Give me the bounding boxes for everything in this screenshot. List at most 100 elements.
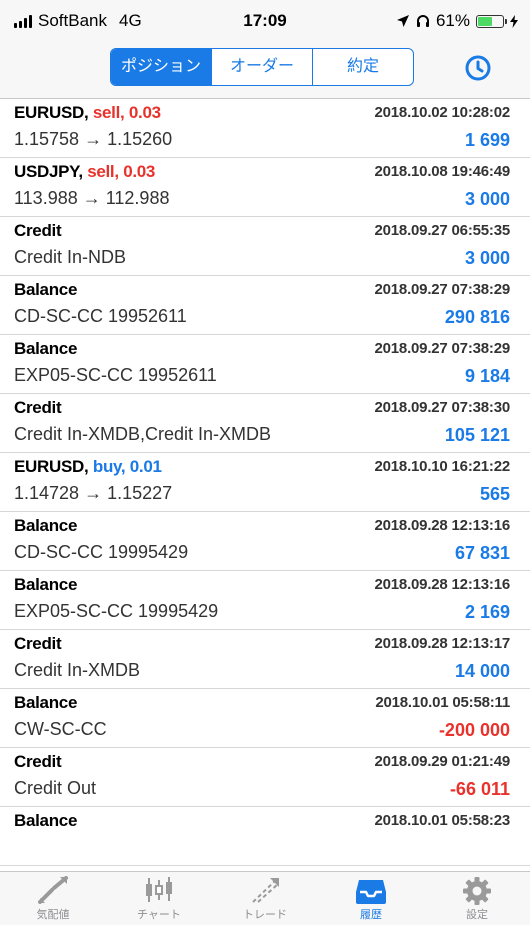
row-title: EURUSD, sell, 0.03: [14, 103, 161, 123]
row-detail: EXP05-SC-CC 19952611: [14, 365, 217, 385]
tab-chart-label: チャート: [137, 909, 181, 921]
row-symbol: Balance: [14, 516, 78, 535]
row-detail: Credit In-XMDB,Credit In-XMDB: [14, 424, 272, 444]
history-row[interactable]: Balance 2018.10.01 05:58:23: [0, 807, 530, 866]
tab-settings-label: 設定: [466, 909, 488, 921]
row-timestamp: 2018.10.10 16:21:22: [374, 458, 511, 475]
row-symbol: Credit: [14, 398, 62, 417]
row-trade-action: sell, 0.03: [92, 103, 161, 122]
row-timestamp: 2018.09.29 01:21:49: [374, 753, 511, 770]
row-title: Balance: [14, 575, 77, 595]
row-timestamp: 2018.10.08 19:46:49: [374, 163, 511, 180]
row-amount: -66 011: [449, 779, 510, 799]
row-detail: Credit In-NDB: [14, 247, 127, 267]
row-detail: CD-SC-CC 19952611: [14, 306, 187, 326]
row-timestamp: 2018.09.27 06:55:35: [374, 222, 511, 239]
tab-executions[interactable]: 約定: [313, 49, 413, 85]
row-timestamp: 2018.09.27 07:38:29: [374, 340, 511, 357]
row-symbol: USDJPY,: [14, 162, 83, 181]
tab-history[interactable]: 履歴: [318, 872, 424, 925]
row-symbol: Balance: [14, 280, 78, 299]
row-title: Balance: [14, 693, 77, 713]
history-list: EURUSD, sell, 0.03 2018.10.02 10:28:02 1.1…: [0, 99, 530, 871]
row-amount: 3 000: [464, 189, 510, 209]
row-amount: 3 000: [464, 248, 510, 268]
quotes-icon: [38, 876, 68, 904]
row-title: Credit: [14, 752, 62, 772]
row-timestamp: 2018.10.01 05:58:23: [374, 812, 511, 829]
row-amount: 2 169: [464, 602, 510, 622]
history-row[interactable]: Credit 2018.09.29 01:21:49 Credit Out -66 0…: [0, 748, 530, 807]
tab-history-label: 履歴: [360, 909, 382, 921]
tab-positions[interactable]: ポジション: [111, 49, 212, 85]
battery-icon: [476, 14, 507, 28]
row-timestamp: 2018.10.02 10:28:02: [374, 104, 511, 121]
tab-orders[interactable]: オーダー: [212, 49, 313, 85]
row-amount: 565: [479, 484, 510, 504]
history-inbox-icon: [356, 880, 386, 904]
row-trade-action: buy, 0.01: [92, 457, 162, 476]
tab-trade-label: トレード: [243, 909, 287, 921]
row-symbol: Balance: [14, 575, 78, 594]
row-symbol: Balance: [14, 339, 78, 358]
row-symbol: EURUSD,: [14, 103, 89, 122]
row-symbol: Credit: [14, 752, 62, 771]
history-row[interactable]: Credit 2018.09.27 07:38:30 Credit In-XMDB,…: [0, 394, 530, 453]
top-bar: SoftBank 4G 17:09 61% ポジション オーダー 約定: [0, 0, 530, 99]
row-timestamp: 2018.09.28 12:13:16: [374, 576, 511, 593]
row-detail: EXP05-SC-CC 19995429: [14, 601, 219, 621]
row-symbol: Balance: [14, 693, 78, 712]
trade-icon: [252, 878, 279, 903]
history-row[interactable]: Balance 2018.09.27 07:38:29 CD-SC-CC 19952…: [0, 276, 530, 335]
history-row[interactable]: Balance 2018.09.27 07:38:29 EXP05-SC-CC 19…: [0, 335, 530, 394]
tab-settings[interactable]: 設定: [424, 872, 530, 925]
row-timestamp: 2018.10.01 05:58:11: [375, 694, 510, 711]
row-amount: 1 699: [464, 130, 510, 150]
row-title: Credit: [14, 398, 62, 418]
row-timestamp: 2018.09.27 07:38:29: [374, 281, 511, 298]
battery-percent: 61%: [435, 11, 470, 30]
gear-icon: [463, 877, 491, 905]
row-detail: CD-SC-CC 19995429: [14, 542, 189, 562]
status-right: 61%: [396, 11, 518, 31]
row-title: EURUSD, buy, 0.01: [14, 457, 162, 477]
clock-icon[interactable]: [464, 54, 492, 82]
row-title: USDJPY, sell, 0.03: [14, 162, 155, 182]
row-amount: 290 816: [444, 307, 510, 327]
row-title: Balance: [14, 516, 77, 536]
row-amount: 105 121: [444, 425, 510, 445]
charging-bolt-icon: [510, 14, 518, 28]
location-arrow-icon: [396, 15, 409, 27]
history-row[interactable]: USDJPY, sell, 0.03 2018.10.08 19:46:49 113…: [0, 158, 530, 217]
tab-quotes-label: 気配値: [36, 909, 70, 921]
history-row[interactable]: Balance 2018.09.28 12:13:16 EXP05-SC-CC 19…: [0, 571, 530, 630]
history-row[interactable]: EURUSD, buy, 0.01 2018.10.10 16:21:22 1.14…: [0, 453, 530, 512]
history-row[interactable]: Credit 2018.09.28 12:13:17 Credit In-XMDB 1…: [0, 630, 530, 689]
row-detail: Credit In-XMDB: [14, 660, 141, 680]
row-amount: 67 831: [454, 543, 510, 563]
history-row[interactable]: Balance 2018.09.28 12:13:16 CD-SC-CC 19995…: [0, 512, 530, 571]
row-detail: 113.988 → 112.988: [14, 188, 170, 208]
tab-chart[interactable]: チャート: [106, 872, 212, 925]
row-symbol: EURUSD,: [14, 457, 89, 476]
row-symbol: Credit: [14, 634, 62, 653]
row-detail: CW-SC-CC: [14, 719, 107, 739]
history-row[interactable]: EURUSD, sell, 0.03 2018.10.02 10:28:02 1.1…: [0, 99, 530, 158]
headphones-icon: [416, 15, 429, 27]
row-detail: 1.15758 → 1.15260: [14, 129, 173, 149]
history-row[interactable]: Balance 2018.10.01 05:58:11 CW-SC-CC -200 0…: [0, 689, 530, 748]
status-bar: SoftBank 4G 17:09 61%: [0, 0, 530, 40]
row-amount: -200 000: [438, 720, 510, 740]
row-amount: 14 000: [454, 661, 510, 681]
row-detail: 1.14728 → 1.15227: [14, 483, 173, 503]
row-amount: 9 184: [464, 366, 510, 386]
tab-trade[interactable]: トレード: [212, 872, 318, 925]
row-title: Credit: [14, 221, 62, 241]
tab-quotes[interactable]: 気配値: [0, 872, 106, 925]
row-detail: Credit Out: [14, 778, 97, 798]
row-title: Balance: [14, 280, 77, 300]
row-timestamp: 2018.09.27 07:38:30: [374, 399, 511, 416]
row-timestamp: 2018.09.28 12:13:16: [374, 517, 511, 534]
history-row[interactable]: Credit 2018.09.27 06:55:35 Credit In-NDB 3 …: [0, 217, 530, 276]
row-title: Balance: [14, 339, 77, 359]
